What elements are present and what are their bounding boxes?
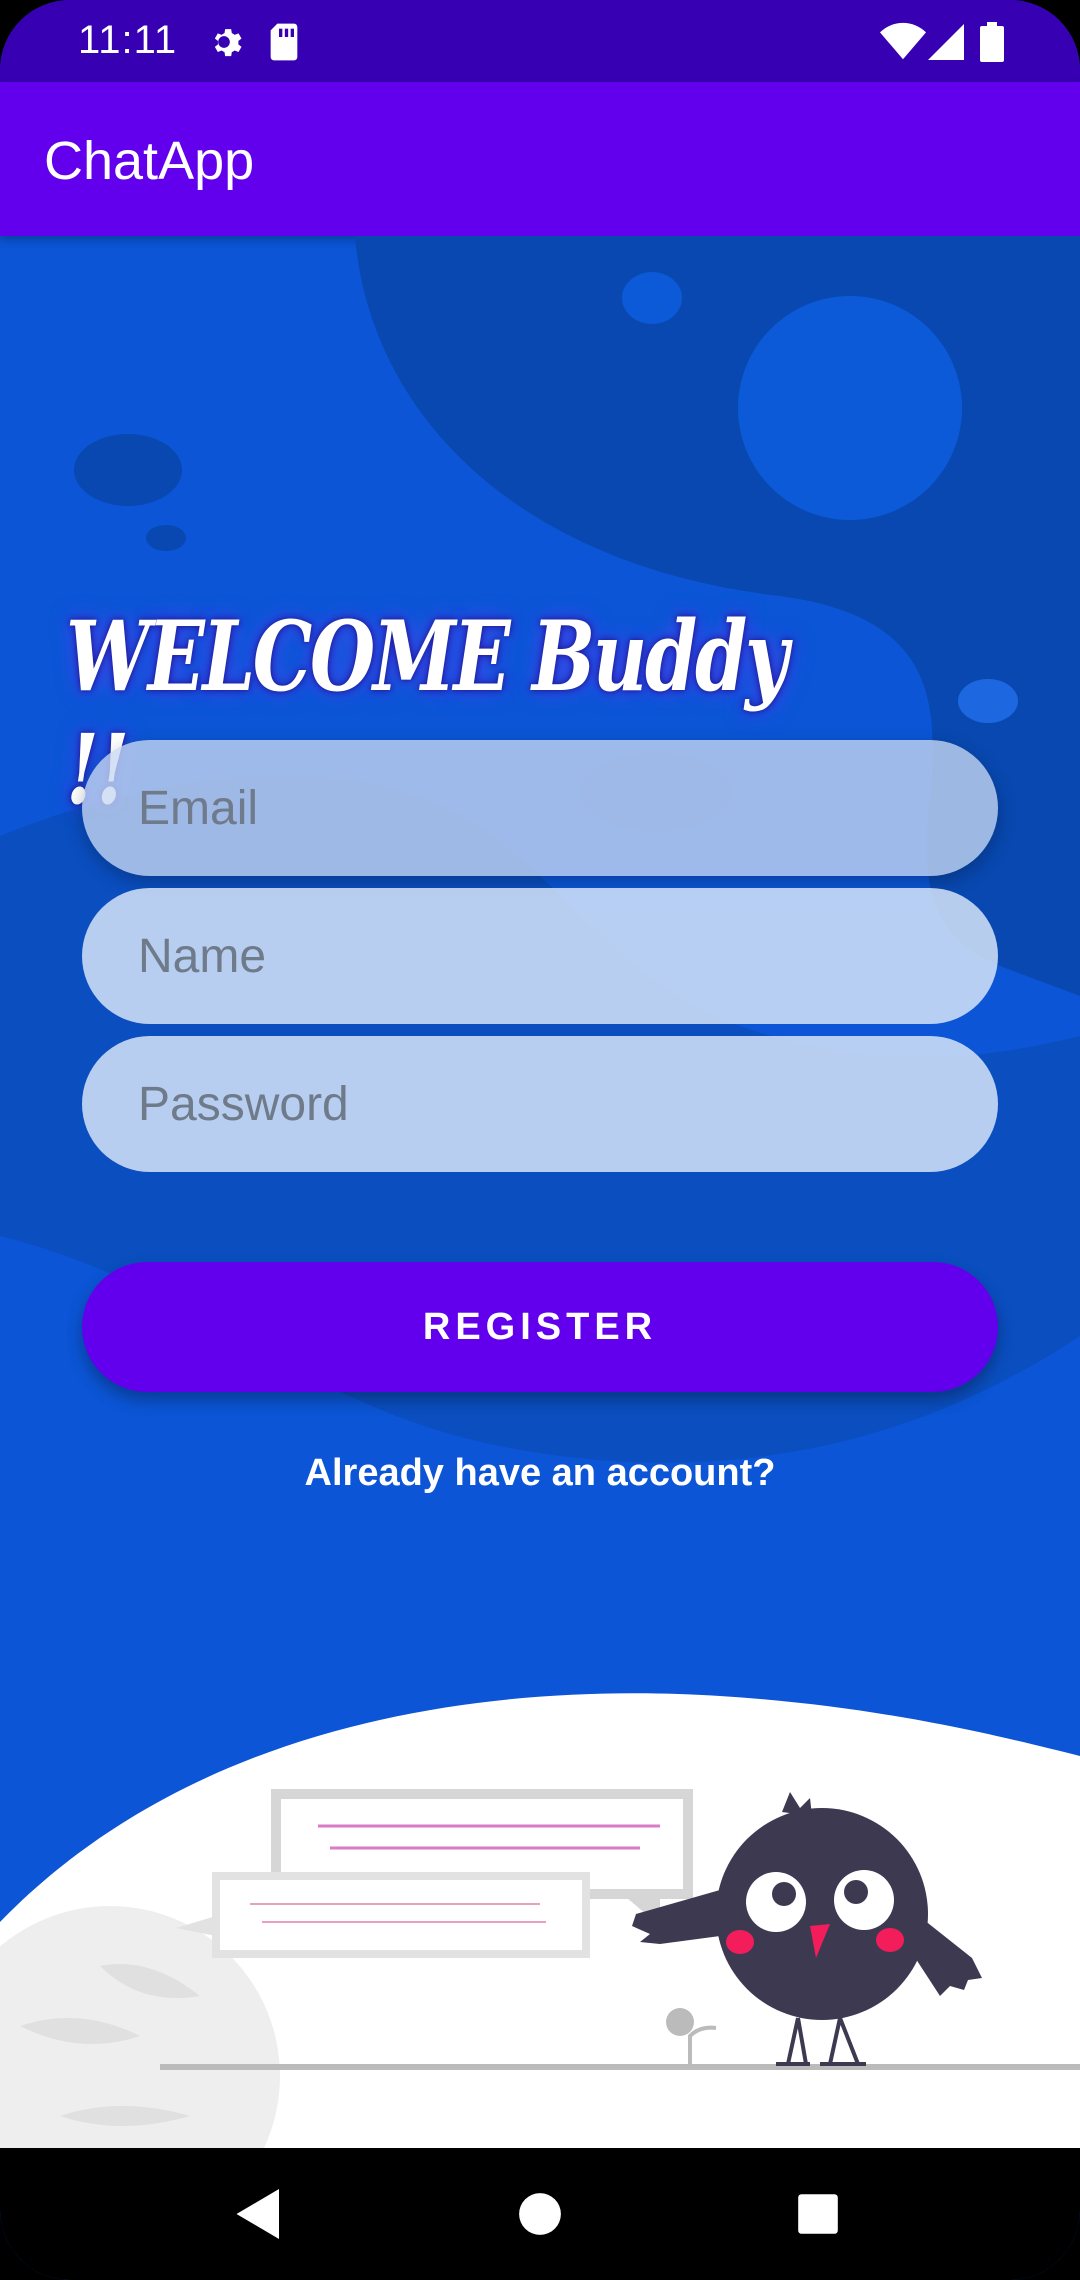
status-bar: 11:11	[0, 0, 1080, 82]
navigation-bar	[0, 2148, 1080, 2280]
name-field[interactable]	[82, 888, 998, 1024]
recents-icon[interactable]	[796, 2186, 840, 2246]
register-button[interactable]: REGISTER	[82, 1262, 998, 1392]
settings-icon	[204, 22, 244, 66]
status-time: 11:11	[78, 18, 178, 62]
login-link[interactable]: Already have an account?	[0, 1452, 1080, 1495]
sd-card-icon	[266, 22, 302, 66]
home-icon[interactable]	[518, 2186, 562, 2246]
back-icon[interactable]	[234, 2186, 284, 2246]
email-field[interactable]	[82, 740, 998, 876]
app-title: ChatApp	[44, 131, 255, 191]
battery-icon	[980, 22, 1004, 66]
app-bar: ChatApp	[0, 82, 1080, 236]
wifi-icon	[880, 22, 926, 66]
screen: 11:11 ChatApp WELCOME Buddy Email Name R…	[0, 0, 1080, 2280]
background-illustration	[0, 236, 1080, 2148]
password-field[interactable]	[82, 1036, 998, 1172]
signal-icon	[928, 22, 964, 66]
